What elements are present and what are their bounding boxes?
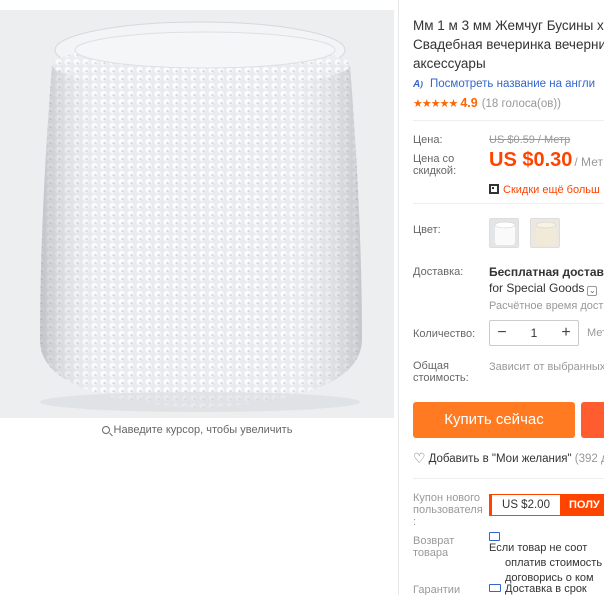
- color-swatch-ivory[interactable]: [530, 218, 560, 248]
- ivory-pearl-thumbnail: [531, 219, 559, 247]
- shipping-free: Бесплатная доставка: [489, 265, 604, 279]
- star-rating-icon: ★★★★★: [413, 98, 458, 110]
- total-value: Зависит от выбранных: [489, 361, 604, 373]
- divider: [413, 203, 604, 204]
- divider: [413, 120, 604, 121]
- zoom-hint-text: Наведите курсор, чтобы увеличить: [113, 424, 293, 436]
- pearl-spool-image: [0, 10, 394, 418]
- title-line-3: аксессуары: [413, 56, 486, 71]
- returns-line-1: Если товар не соот: [489, 542, 588, 554]
- quantity-stepper[interactable]: − 1 +: [489, 320, 579, 346]
- wishlist-count: (392 д: [574, 453, 604, 465]
- get-coupon-button[interactable]: ПОЛУ: [561, 494, 604, 516]
- guarantee-info: Доставка в срок: [489, 583, 587, 595]
- shipping-method-text: for Special Goods: [489, 281, 585, 295]
- qr-code-icon: [489, 184, 499, 194]
- column-divider: [398, 0, 399, 595]
- discount-label-line-2: скидкой:: [413, 165, 457, 177]
- coupon-label-line-2: пользователя: [413, 504, 483, 516]
- rating-row[interactable]: ★★★★★ 4.9 (18 голоса(ов)): [413, 96, 561, 110]
- translate-icon: A): [413, 79, 423, 90]
- original-price: US $0.59 / Метр: [489, 134, 571, 146]
- heart-icon: ♡: [413, 450, 426, 466]
- quantity-input[interactable]: 1: [514, 326, 554, 340]
- coupon-label: Купон нового пользователя :: [413, 492, 483, 528]
- translate-link[interactable]: A) Посмотреть название на англи: [413, 78, 595, 90]
- new-user-coupon[interactable]: US $2.00 ПОЛУ: [489, 494, 604, 516]
- color-swatch-white[interactable]: [489, 218, 519, 248]
- total-label-line-2: стоимость:: [413, 372, 469, 384]
- title-line-1: Мм 1 м 3 мм Жемчуг Бусины х...: [413, 18, 604, 33]
- price-unit: / Мет: [574, 155, 603, 169]
- return-policy-icon: [489, 532, 500, 541]
- returns-line-2: оплатив стоимость: [505, 557, 603, 569]
- returns-info: Если товар не соот оплатив стоимость дог…: [489, 532, 602, 586]
- current-price-row: US $0.30/ Мет: [489, 149, 603, 172]
- product-info: Мм 1 м 3 мм Жемчуг Бусины х... Свадебная…: [413, 0, 604, 595]
- delivery-truck-icon: [489, 584, 501, 592]
- total-label: Общая стоимость:: [413, 360, 469, 384]
- guarantee-label: Гарантии: [413, 584, 461, 595]
- translate-link-text: Посмотреть название на англи: [430, 78, 595, 90]
- coupon-label-line-1: Купон нового: [413, 492, 481, 504]
- chevron-down-icon: ⌄: [587, 286, 598, 296]
- white-pearl-thumbnail: [490, 219, 518, 247]
- discount-label-line-1: Цена со: [413, 153, 455, 165]
- product-title: Мм 1 м 3 мм Жемчуг Бусины х... Свадебная…: [413, 16, 604, 73]
- rating-votes: (18 голоса(ов)): [481, 98, 561, 110]
- total-label-line-1: Общая: [413, 360, 449, 372]
- shipping-label: Доставка:: [413, 266, 464, 278]
- current-price: US $0.30: [489, 149, 573, 171]
- discount-price-label: Цена со скидкой:: [413, 153, 456, 177]
- shipping-estimate: Расчётное время доста: [489, 300, 604, 312]
- returns-label-line-2: товара: [413, 547, 449, 559]
- extra-discount-text: Скидки ещё больш: [503, 184, 600, 196]
- wishlist-text: Добавить в "Мои желания": [428, 453, 572, 465]
- magnifier-icon: [101, 426, 110, 434]
- rating-score: 4.9: [460, 96, 478, 110]
- add-to-cart-button[interactable]: [581, 402, 604, 438]
- returns-label-line-1: Возврат: [413, 535, 455, 547]
- quantity-unit: Мет: [587, 327, 604, 339]
- shipping-method[interactable]: for Special Goods ⌄: [489, 281, 598, 296]
- divider: [413, 478, 604, 479]
- title-line-2: Свадебная вечеринка вечерни: [413, 37, 604, 52]
- buy-now-button[interactable]: Купить сейчас: [413, 402, 575, 438]
- coupon-amount: US $2.00: [489, 494, 561, 516]
- price-label: Цена:: [413, 134, 443, 146]
- returns-label: Возврат товара: [413, 535, 454, 559]
- product-image[interactable]: [0, 10, 394, 418]
- quantity-label: Количество:: [413, 328, 476, 340]
- guarantee-text: Доставка в срок: [505, 583, 587, 595]
- quantity-minus-button[interactable]: −: [490, 321, 514, 345]
- color-label: Цвет:: [413, 224, 441, 236]
- add-to-wishlist-link[interactable]: ♡Добавить в "Мои желания" (392 д: [413, 450, 604, 467]
- coupon-label-line-3: :: [413, 516, 417, 528]
- quantity-plus-button[interactable]: +: [554, 321, 578, 345]
- extra-discount-link[interactable]: Скидки ещё больш: [489, 180, 600, 198]
- zoom-hint: Наведите курсор, чтобы увеличить: [0, 424, 394, 436]
